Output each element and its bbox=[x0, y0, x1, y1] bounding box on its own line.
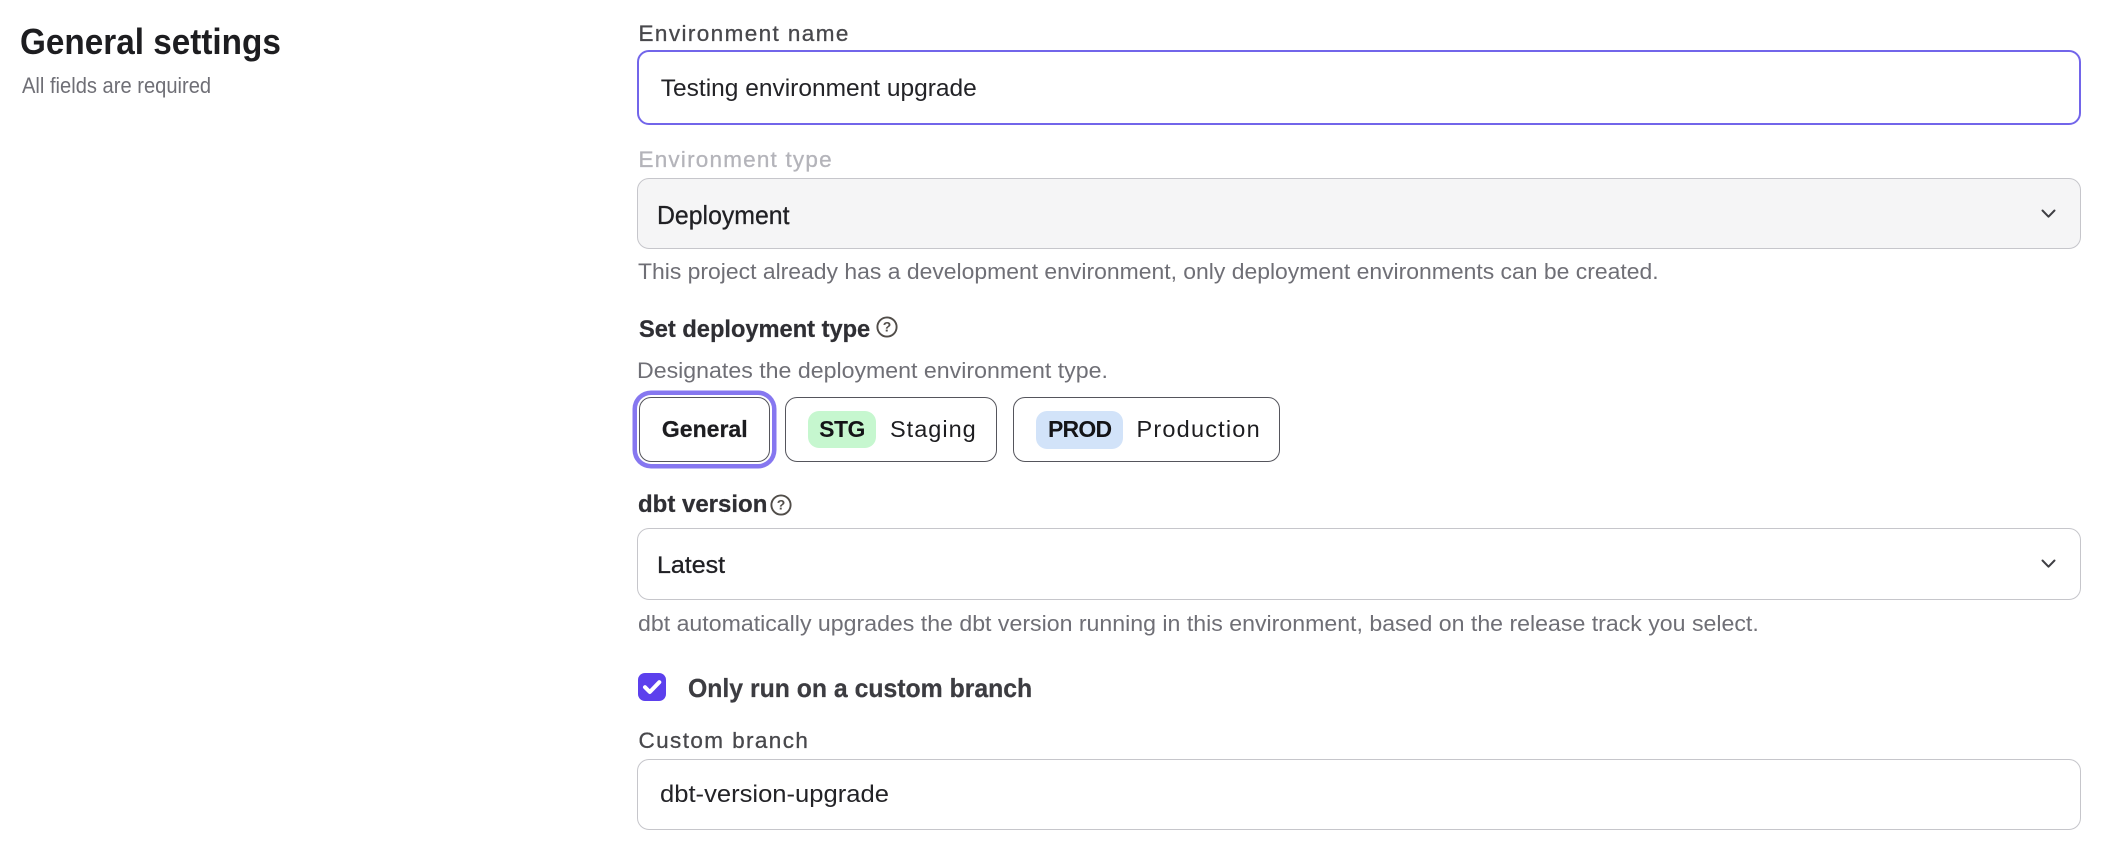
svg-text:?: ? bbox=[777, 497, 786, 513]
svg-text:?: ? bbox=[882, 319, 891, 335]
